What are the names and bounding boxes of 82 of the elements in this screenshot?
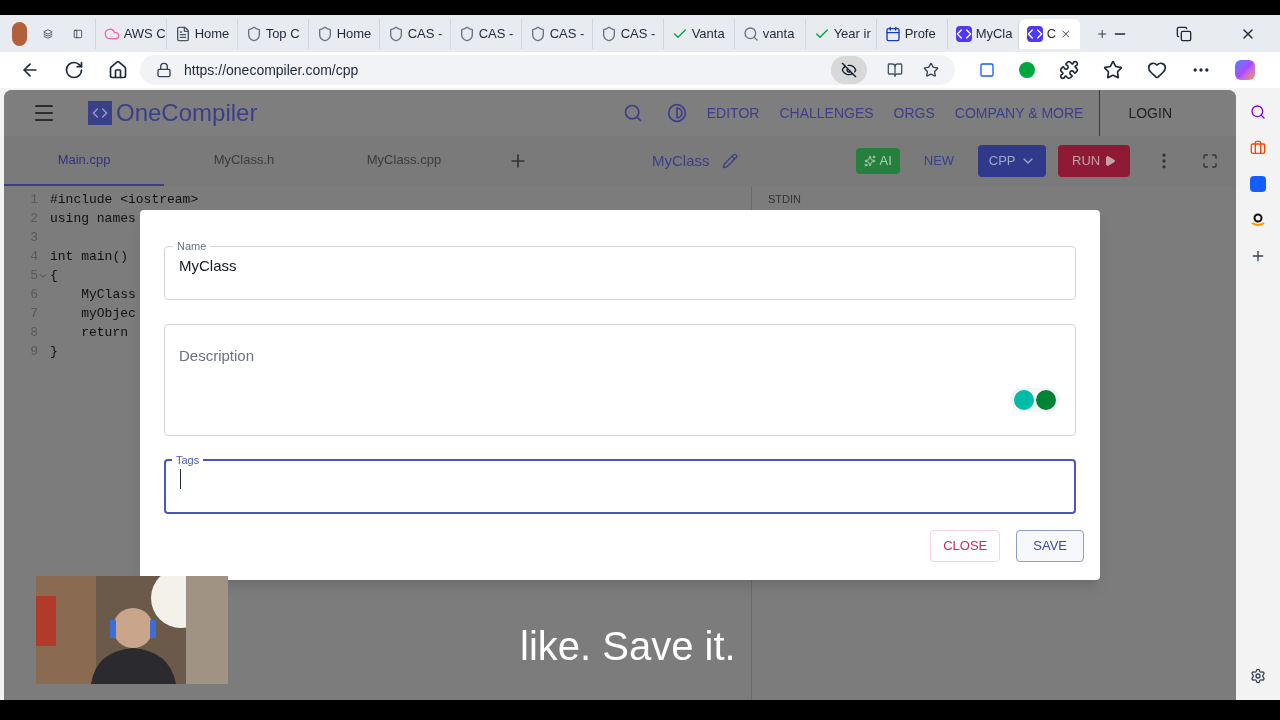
lock-icon	[156, 62, 172, 78]
browser-tab[interactable]: CAS -	[520, 18, 588, 49]
tab-title: Home	[336, 24, 372, 43]
extensions-icon[interactable]	[1059, 60, 1079, 80]
browser-tab[interactable]: MyCla	[946, 18, 1014, 49]
browser-tab[interactable]: C	[1017, 18, 1080, 49]
read-aloud-icon[interactable]	[887, 62, 903, 78]
favorite-icon[interactable]	[923, 62, 939, 78]
browser-tab[interactable]: Top C	[236, 18, 304, 49]
project-name: MyClass	[652, 150, 710, 171]
tab-title: CAS -	[407, 24, 443, 43]
logo-icon	[88, 101, 112, 125]
code-line: }	[50, 342, 58, 361]
reload-icon[interactable]	[64, 60, 84, 80]
code-line: #include <iostream>	[50, 190, 199, 209]
restore-icon[interactable]	[1176, 25, 1192, 42]
code-icon	[955, 25, 972, 42]
tab-title: Top C	[265, 24, 300, 43]
field-value: MyClass	[179, 255, 237, 276]
add-icon[interactable]	[1250, 248, 1266, 264]
description-field[interactable]: Description	[164, 324, 1076, 436]
cart-smile-icon[interactable]	[1250, 212, 1266, 228]
tab-title: Home	[194, 24, 230, 43]
code-line: int main()	[50, 247, 128, 266]
code-line: MyClass	[80, 285, 136, 304]
code-line: myObjec	[80, 304, 136, 323]
shield-icon	[245, 25, 262, 42]
language-button[interactable]: CPP	[978, 145, 1047, 177]
browser-tab[interactable]: vanta	[733, 18, 801, 49]
shield-icon	[316, 25, 333, 42]
profile-avatar[interactable]	[12, 21, 27, 46]
text-cursor	[180, 468, 181, 489]
login-link[interactable]: LOGIN	[1116, 102, 1184, 124]
settings-icon[interactable]	[1250, 668, 1266, 684]
search-icon	[742, 25, 759, 42]
url-text: https://onecompiler.com/cpp	[184, 60, 359, 80]
home-icon[interactable]	[108, 60, 128, 80]
browser-tab[interactable]: Vanta	[662, 18, 730, 49]
eye-off-icon	[841, 62, 857, 78]
address-bar[interactable]: https://onecompiler.com/cpp	[140, 55, 955, 85]
tab-title: Year ir	[833, 24, 871, 43]
run-button[interactable]: RUN	[1058, 145, 1131, 177]
browser-tab[interactable]: CAS -	[449, 18, 517, 49]
shield-icon	[600, 25, 617, 42]
shield-icon	[529, 25, 546, 42]
browser-tab[interactable]: CAS -	[378, 18, 446, 49]
tab-title: CAS -	[549, 24, 585, 43]
sparkle-icon	[863, 155, 876, 167]
field-label: Tags	[175, 453, 201, 468]
save-button[interactable]: SAVE	[1016, 530, 1084, 562]
calendar-icon	[884, 25, 901, 42]
document-icon	[174, 25, 191, 42]
video-caption: like. Save it.	[520, 626, 736, 666]
tab-title: MyCla	[975, 24, 1013, 43]
tab-title: CAS -	[478, 24, 514, 43]
briefcase-icon[interactable]	[1250, 140, 1266, 156]
tab-title: Profe	[904, 24, 936, 43]
shield-icon	[387, 25, 404, 42]
tab-title: C	[1046, 24, 1056, 43]
code-line: using names	[50, 209, 136, 228]
browser-tab[interactable]: Home	[307, 18, 375, 49]
tab-title: Vanta	[691, 24, 725, 43]
code-line: return	[80, 323, 128, 342]
tab-title: CAS -	[620, 24, 656, 43]
stdin-label: STDIN	[768, 193, 801, 205]
screen-icon[interactable]	[979, 62, 995, 78]
browser-tab[interactable]: Year ir	[804, 18, 872, 49]
close-button[interactable]: CLOSE	[930, 530, 1001, 562]
shield-icon	[458, 25, 475, 42]
browser-tab[interactable]: Home	[165, 18, 233, 49]
play-icon	[1104, 155, 1117, 167]
code-line: {	[50, 266, 58, 285]
code-icon	[1026, 25, 1043, 42]
field-label: Name	[176, 239, 208, 254]
tracking-button[interactable]	[831, 56, 867, 84]
browser-tab[interactable]: Profe	[875, 18, 943, 49]
tab-title: vanta	[762, 24, 795, 43]
favorites-icon[interactable]	[1103, 60, 1123, 80]
health-icon[interactable]	[1147, 60, 1167, 80]
search-icon[interactable]	[1250, 104, 1266, 120]
browser-tab[interactable]: CAS -	[591, 18, 659, 49]
grammar-assistant-icon[interactable]	[1010, 388, 1060, 412]
